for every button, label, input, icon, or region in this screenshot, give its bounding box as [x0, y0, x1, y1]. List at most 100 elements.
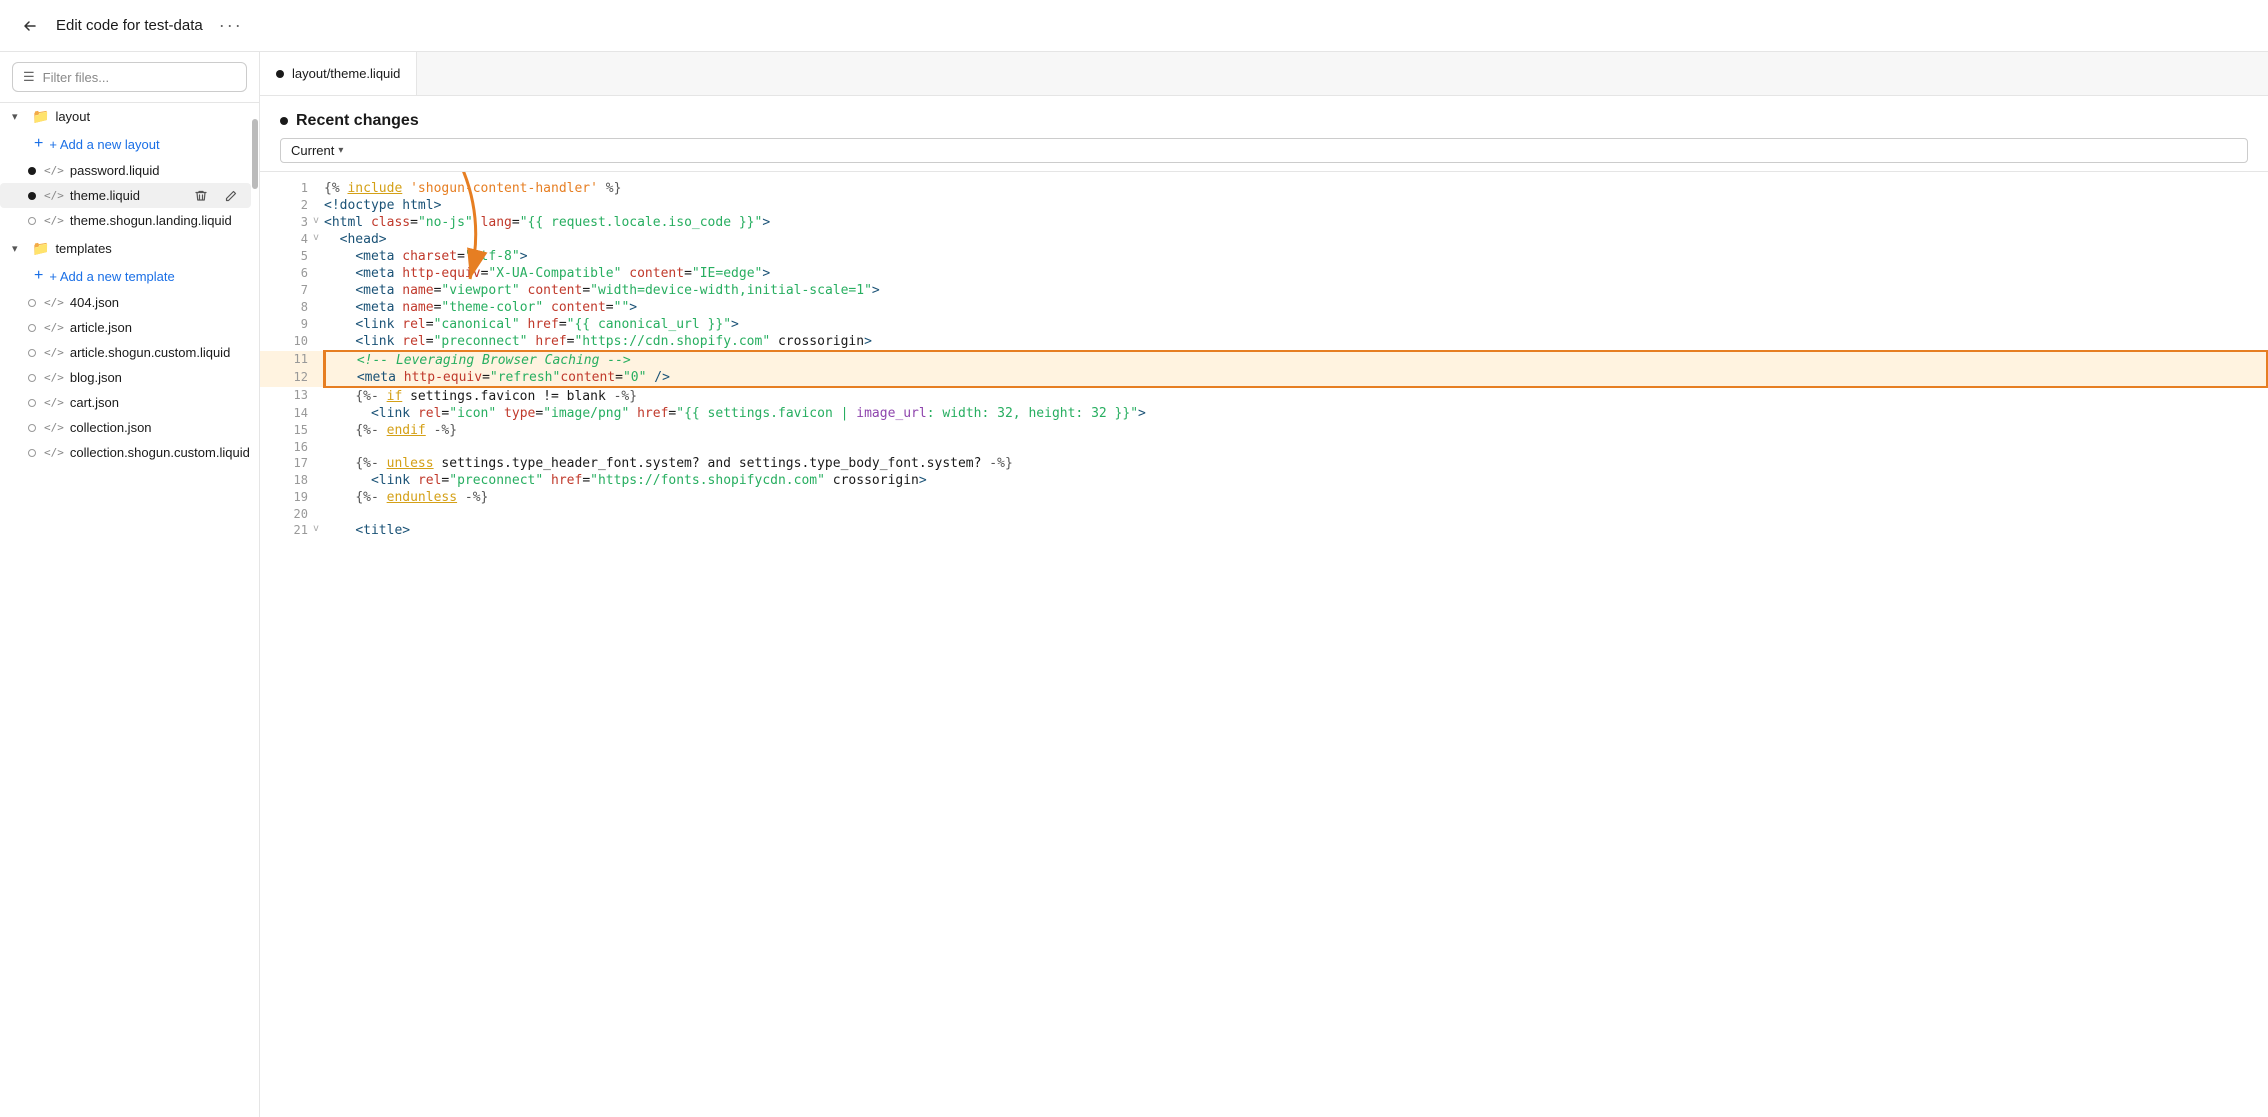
page-title: Edit code for test-data: [56, 17, 203, 34]
line-code[interactable]: <meta http-equiv="refresh"content="0" />: [324, 369, 2267, 387]
line-number: 12: [260, 369, 308, 387]
code-line-2: 2 <!doctype html>: [260, 197, 2267, 214]
code-line-4: 4 v <head>: [260, 231, 2267, 248]
file-collection-shogun[interactable]: </> collection.shogun.custom.liquid: [0, 440, 251, 465]
file-password-liquid[interactable]: </> password.liquid: [0, 158, 251, 183]
line-number: 8: [260, 299, 308, 316]
code-container[interactable]: 1 {% include 'shogun-content-handler' %}…: [260, 172, 2268, 1117]
line-number: 3: [260, 214, 308, 231]
file-theme-shogun[interactable]: </> theme.shogun.landing.liquid: [0, 208, 251, 233]
line-number: 11: [260, 351, 308, 369]
recent-dot: [280, 117, 288, 125]
line-code[interactable]: <meta name="theme-color" content="">: [324, 299, 2267, 316]
line-code[interactable]: <title>: [324, 522, 2267, 539]
line-version: [308, 282, 324, 299]
current-label: Current: [291, 143, 334, 158]
line-number: 10: [260, 333, 308, 351]
filter-input-wrap[interactable]: ☰: [12, 62, 247, 92]
recent-changes-title: Recent changes: [296, 112, 419, 130]
filter-icon: ☰: [23, 69, 35, 85]
templates-folder-label: templates: [55, 241, 111, 256]
line-code[interactable]: <meta name="viewport" content="width=dev…: [324, 282, 2267, 299]
tab-bar: layout/theme.liquid: [260, 52, 2268, 96]
code-line-7: 7 <meta name="viewport" content="width=d…: [260, 282, 2267, 299]
line-code[interactable]: {%- unless settings.type_header_font.sys…: [324, 455, 2267, 472]
line-version: v: [308, 522, 324, 539]
line-code[interactable]: <head>: [324, 231, 2267, 248]
file-article[interactable]: </> article.json: [0, 315, 251, 340]
editor-area: layout/theme.liquid Recent changes Curre…: [260, 52, 2268, 1117]
tag: </>: [44, 296, 64, 309]
name: cart.json: [70, 395, 119, 410]
code-line-21: 21 v <title>: [260, 522, 2267, 539]
line-code[interactable]: <!doctype html>: [324, 197, 2267, 214]
line-version: [308, 180, 324, 197]
filter-input[interactable]: [43, 70, 236, 85]
add-template-icon: +: [34, 267, 43, 285]
code-line-17: 17 {%- unless settings.type_header_font.…: [260, 455, 2267, 472]
line-number: 18: [260, 472, 308, 489]
code-line-14: 14 <link rel="icon" type="image/png" hre…: [260, 405, 2267, 422]
line-number: 6: [260, 265, 308, 282]
delete-button[interactable]: [189, 184, 213, 208]
name: article.shogun.custom.liquid: [70, 345, 230, 360]
file-article-shogun[interactable]: </> article.shogun.custom.liquid: [0, 340, 251, 365]
file-404[interactable]: </> 404.json: [0, 290, 251, 315]
tag: </>: [44, 421, 64, 434]
line-version: [308, 455, 324, 472]
line-code[interactable]: <link rel="preconnect" href="https://fon…: [324, 472, 2267, 489]
line-version: [308, 439, 324, 455]
tag: </>: [44, 446, 64, 459]
line-version: [308, 351, 324, 369]
back-button[interactable]: [16, 12, 44, 40]
line-code[interactable]: {%- endif -%}: [324, 422, 2267, 439]
line-version: [308, 405, 324, 422]
tab-dot: [276, 70, 284, 78]
line-code[interactable]: <html class="no-js" lang="{{ request.loc…: [324, 214, 2267, 231]
line-code[interactable]: {%- endunless -%}: [324, 489, 2267, 506]
line-version: [308, 299, 324, 316]
dot: [28, 299, 36, 307]
line-code[interactable]: <meta charset="utf-8">: [324, 248, 2267, 265]
line-code[interactable]: <link rel="icon" type="image/png" href="…: [324, 405, 2267, 422]
add-template-button[interactable]: + + Add a new template: [0, 262, 251, 290]
line-version: [308, 387, 324, 405]
tag: </>: [44, 346, 64, 359]
add-layout-button[interactable]: + + Add a new layout: [0, 130, 251, 158]
more-options-button[interactable]: ···: [219, 15, 243, 36]
chevron-down-icon: ▾: [338, 145, 343, 156]
code-line-9: 9 <link rel="canonical" href="{{ canonic…: [260, 316, 2267, 333]
code-line-16: 16: [260, 439, 2267, 455]
line-version: [308, 489, 324, 506]
line-number: 2: [260, 197, 308, 214]
line-code[interactable]: <link rel="canonical" href="{{ canonical…: [324, 316, 2267, 333]
code-line-10: 10 <link rel="preconnect" href="https://…: [260, 333, 2267, 351]
code-line-8: 8 <meta name="theme-color" content="">: [260, 299, 2267, 316]
file-cart[interactable]: </> cart.json: [0, 390, 251, 415]
line-number: 19: [260, 489, 308, 506]
file-theme-liquid[interactable]: </> theme.liquid: [0, 183, 251, 208]
dot: [28, 374, 36, 382]
line-number: 4: [260, 231, 308, 248]
templates-folder[interactable]: ▾ 📁 templates: [0, 235, 251, 262]
line-number: 5: [260, 248, 308, 265]
current-dropdown[interactable]: Current ▾: [280, 138, 2248, 163]
line-code[interactable]: [324, 439, 2267, 455]
file-blog[interactable]: </> blog.json: [0, 365, 251, 390]
file-name-shogun: theme.shogun.landing.liquid: [70, 213, 232, 228]
line-code[interactable]: {%- if settings.favicon != blank -%}: [324, 387, 2267, 405]
editor-tab[interactable]: layout/theme.liquid: [260, 52, 417, 95]
line-code[interactable]: <link rel="preconnect" href="https://cdn…: [324, 333, 2267, 351]
edit-button[interactable]: [219, 184, 243, 208]
line-code[interactable]: <meta http-equiv="X-UA-Compatible" conte…: [324, 265, 2267, 282]
line-code[interactable]: <!-- Leveraging Browser Caching -->: [324, 351, 2267, 369]
line-code[interactable]: [324, 506, 2267, 522]
code-line-13: 13 {%- if settings.favicon != blank -%}: [260, 387, 2267, 405]
file-collection[interactable]: </> collection.json: [0, 415, 251, 440]
name: article.json: [70, 320, 132, 335]
sidebar-scrollbar[interactable]: [251, 103, 259, 1117]
code-line-5: 5 <meta charset="utf-8">: [260, 248, 2267, 265]
tab-label: layout/theme.liquid: [292, 66, 400, 81]
line-code[interactable]: {% include 'shogun-content-handler' %}: [324, 180, 2267, 197]
layout-folder[interactable]: ▾ 📁 layout: [0, 103, 251, 130]
